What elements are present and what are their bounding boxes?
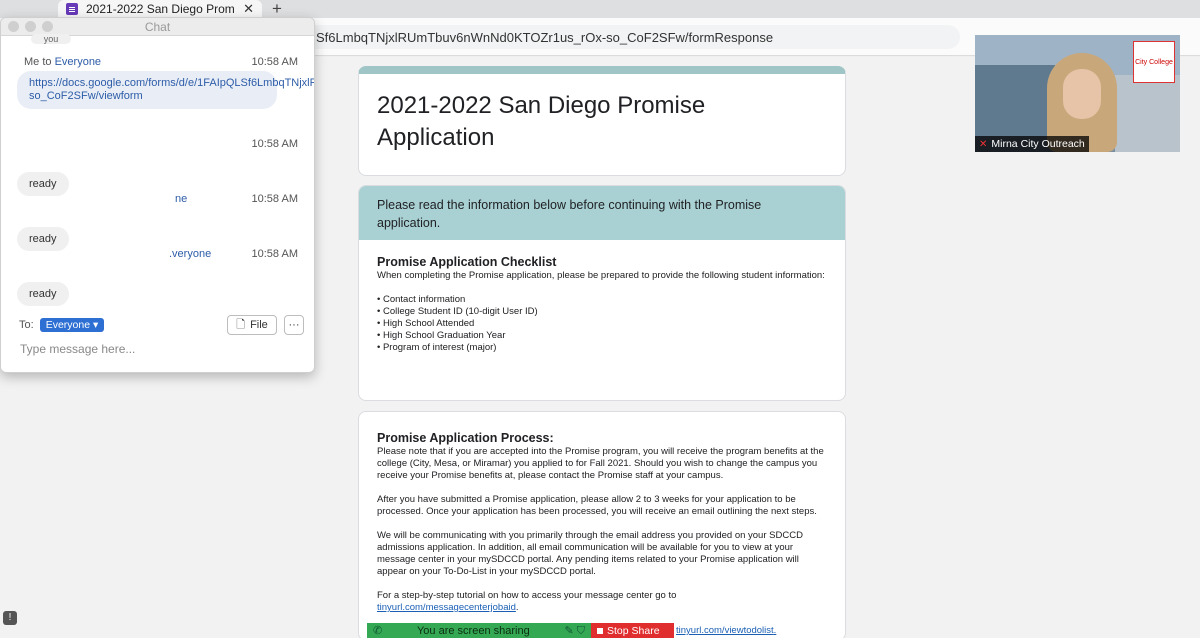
phone-icon: ✆: [373, 625, 383, 637]
chat-messages: you Me to Everyone 10:58 AM https://docs…: [1, 34, 314, 316]
message-meta: .veryone: [169, 248, 211, 260]
message-recipient: .veryone: [169, 248, 212, 260]
checklist-section: Promise Application Checklist When compl…: [359, 240, 845, 370]
file-icon: 🗋: [236, 318, 246, 331]
feedback-icon[interactable]: !: [3, 611, 17, 625]
chat-message: ready: [17, 282, 69, 306]
message-recipient: Everyone: [54, 56, 102, 68]
process-card: Promise Application Process: Please note…: [358, 411, 846, 638]
stop-share-button[interactable]: Stop Share: [591, 623, 674, 638]
info-card: Please read the information below before…: [358, 185, 846, 401]
browser-tab-bar: 2021-2022 San Diego Promise ✕ +: [0, 0, 1200, 18]
checklist-item: • High School Attended: [377, 318, 475, 329]
process-paragraph: We will be communicating with you primar…: [377, 530, 803, 577]
checklist-item: • College Student ID (10-digit User ID): [377, 306, 538, 317]
process-paragraph: For a step-by-step tutorial on how to ac…: [377, 590, 677, 601]
checklist-items: • Contact information • College Student …: [377, 294, 827, 354]
recipient-dropdown[interactable]: Everyone ▾: [39, 318, 105, 332]
screen-share-bar: ✆ You are screen sharing ✎ ⛉ Stop Share: [367, 623, 674, 638]
checklist-item: • Program of interest (major): [377, 342, 497, 353]
recipient-selector: To: Everyone ▾: [19, 318, 105, 332]
chat-link-message[interactable]: https://docs.google.com/forms/d/e/1FAIpQ…: [17, 71, 314, 109]
sharing-status[interactable]: ✆ You are screen sharing ✎ ⛉: [367, 623, 591, 638]
chat-window[interactable]: Chat you Me to Everyone 10:58 AM https:/…: [0, 17, 315, 373]
muted-mic-icon: ✕: [979, 138, 988, 150]
message-meta: Me to Everyone: [24, 56, 102, 68]
previous-message-fragment: you: [31, 34, 71, 44]
video-background: [1115, 75, 1180, 152]
notice-text: Please read the information below before…: [359, 186, 845, 240]
chat-message: ready: [17, 227, 69, 251]
process-paragraph: Please note that if you are accepted int…: [377, 446, 824, 481]
checklist-intro: When completing the Promise application,…: [377, 270, 825, 281]
chat-message-input[interactable]: Type message here...: [20, 342, 135, 356]
browser-tab[interactable]: 2021-2022 San Diego Promise ✕: [58, 0, 262, 18]
college-logo: City College: [1133, 41, 1175, 83]
checklist-item: • High School Graduation Year: [377, 330, 506, 341]
participant-name: Mirna City Outreach: [991, 138, 1085, 150]
chat-message: ready: [17, 172, 69, 196]
stop-share-label: Stop Share: [607, 624, 660, 637]
participant-name-bar: ✕ Mirna City Outreach: [975, 136, 1089, 152]
participant-video[interactable]: City College ✕ Mirna City Outreach: [975, 35, 1180, 152]
message-center-link[interactable]: tinyurl.com/messagecenterjobaid: [377, 602, 516, 613]
share-control-icons[interactable]: ✎ ⛉: [564, 624, 585, 638]
file-button[interactable]: 🗋 File: [227, 315, 277, 335]
message-time: 10:58 AM: [251, 193, 298, 205]
process-heading: Promise Application Process:: [377, 431, 554, 445]
file-button-label: File: [250, 319, 268, 331]
more-options-button[interactable]: ···: [284, 315, 304, 335]
sharing-status-text: You are screen sharing: [416, 624, 530, 637]
to-label: To:: [19, 319, 34, 331]
checklist-heading: Promise Application Checklist: [377, 255, 557, 269]
todo-list-link[interactable]: tinyurl.com/viewtodolist.: [676, 625, 776, 636]
chevron-down-icon: ▾: [92, 319, 99, 331]
address-bar[interactable]: Sf6LmbqTNjxlRUmTbuv6nWnNd0KTOZr1us_rOx-s…: [300, 25, 960, 49]
tab-title: 2021-2022 San Diego Promise: [86, 2, 236, 16]
form-title: 2021-2022 San Diego Promise Application: [377, 92, 706, 151]
message-meta: ne: [175, 193, 187, 205]
checklist-item: • Contact information: [377, 294, 466, 305]
message-time: 10:58 AM: [251, 138, 298, 150]
stop-icon: [597, 627, 603, 634]
form-title-card: 2021-2022 San Diego Promise Application: [358, 66, 846, 176]
url-text[interactable]: Sf6LmbqTNjxlRUmTbuv6nWnNd0KTOZr1us_rOx-s…: [316, 30, 773, 45]
google-forms-icon: [66, 3, 78, 15]
message-time: 10:58 AM: [251, 248, 298, 260]
participant-image: [1063, 69, 1101, 119]
chat-title: Chat: [144, 20, 171, 34]
message-time: 10:58 AM: [251, 56, 298, 68]
process-paragraph: After you have submitted a Promise appli…: [377, 494, 817, 517]
message-recipient: ne: [175, 193, 188, 205]
tab-close-icon[interactable]: ✕: [243, 1, 254, 17]
